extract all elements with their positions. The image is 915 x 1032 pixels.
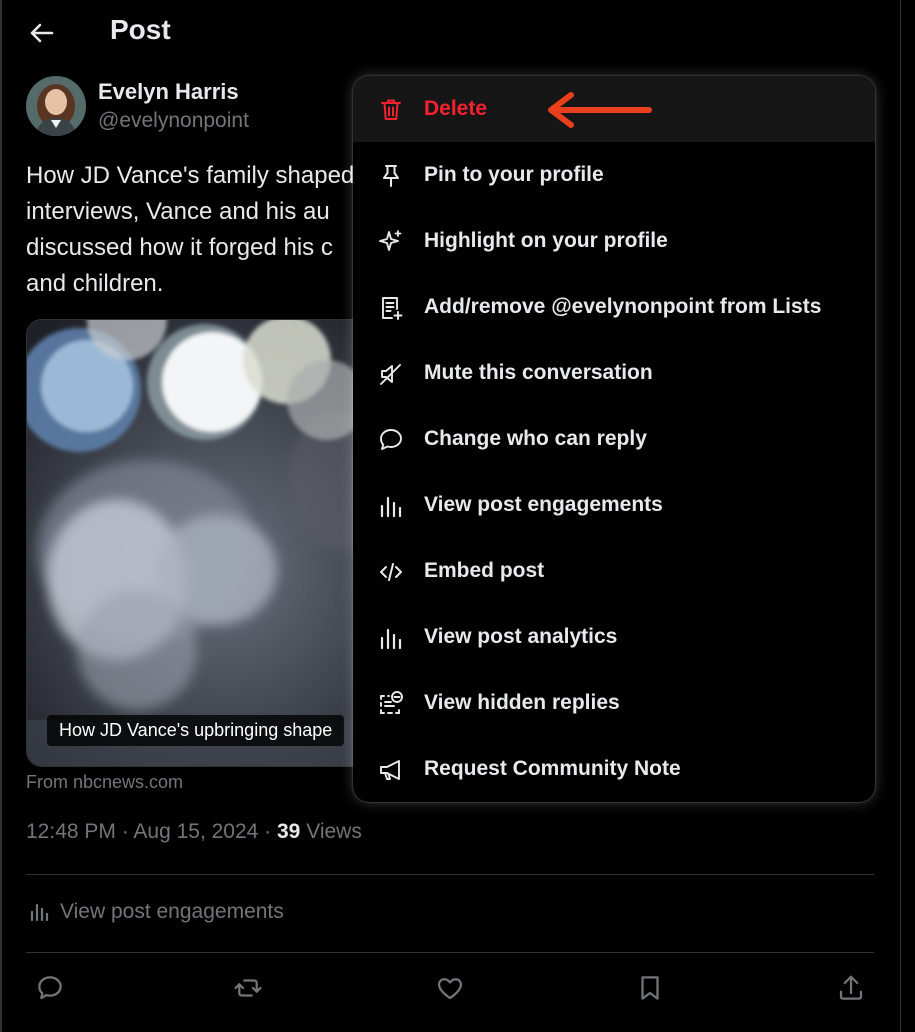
divider [26,952,874,953]
left-border [0,0,2,1032]
views-label: Views [300,820,362,843]
arrow-left-icon [30,23,54,43]
menu-item-view-analytics[interactable]: View post analytics [353,604,875,670]
right-border [900,0,901,1032]
menu-item-lists[interactable]: Add/remove @evelynonpoint from Lists [353,274,875,340]
menu-item-label: Pin to your profile [424,163,604,186]
menu-item-embed[interactable]: Embed post [353,538,875,604]
menu-item-label: Embed post [424,559,545,582]
like-button[interactable] [430,968,470,1008]
bookmark-icon [641,976,659,1000]
avatar-image [26,76,86,136]
post-actions-bar [26,968,874,1010]
views-count: 39 [277,820,301,843]
menu-item-label: Delete [424,97,488,120]
trash-icon [377,96,405,124]
heart-icon [437,978,463,1000]
author-handle[interactable]: @evelynonpoint [98,109,249,133]
menu-item-pin[interactable]: Pin to your profile [353,142,875,208]
share-icon [839,975,863,1000]
list-add-icon [377,294,405,322]
menu-item-label: Mute this conversation [424,361,653,384]
bookmark-button[interactable] [630,968,670,1008]
page-header: Post [0,0,880,66]
post-text: How JD Vance's family shaped interviews,… [26,158,356,302]
bar-chart-icon [377,624,405,652]
menu-item-highlight[interactable]: Highlight on your profile [353,208,875,274]
mute-icon [377,360,405,388]
menu-item-community-note[interactable]: Request Community Note [353,736,875,802]
code-icon [377,558,405,586]
avatar[interactable] [26,76,86,136]
post-time[interactable]: 12:48 PM · Aug 15, 2024 · [26,820,277,843]
view-engagements-link[interactable]: View post engagements [28,900,284,924]
speech-bubble-icon [38,976,62,1000]
divider [26,874,874,875]
annotation-arrow-icon [548,92,652,128]
reply-button[interactable] [30,968,70,1008]
menu-item-view-engagements[interactable]: View post engagements [353,472,875,538]
menu-item-label: View post engagements [424,493,663,516]
author-name[interactable]: Evelyn Harris [98,79,239,105]
view-engagements-label: View post engagements [60,900,284,923]
menu-item-label: Highlight on your profile [424,229,668,252]
post-text-line: How JD Vance's family shaped [26,162,355,189]
bar-chart-icon [377,492,405,520]
repost-button[interactable] [228,968,268,1008]
post-text-line: and children. [26,270,164,297]
menu-item-label: Change who can reply [424,427,647,450]
speech-bubble-icon [377,426,405,454]
menu-item-change-reply[interactable]: Change who can reply [353,406,875,472]
menu-item-label: View hidden replies [424,691,620,714]
menu-item-hidden-replies[interactable]: View hidden replies [353,670,875,736]
share-button[interactable] [831,968,871,1008]
menu-item-label: Add/remove @evelynonpoint from Lists [424,295,822,318]
back-button[interactable] [26,18,56,48]
megaphone-icon [377,756,405,784]
repost-icon [234,979,262,997]
menu-item-mute[interactable]: Mute this conversation [353,340,875,406]
post-options-menu: Delete Pin to your profile Highlight on … [353,76,875,802]
menu-item-label: View post analytics [424,625,618,648]
post-text-line: interviews, Vance and his au [26,198,330,225]
hidden-replies-icon [377,690,405,718]
link-source[interactable]: From nbcnews.com [26,772,183,793]
sparkle-icon [377,228,405,256]
menu-item-label: Request Community Note [424,757,681,780]
link-card-caption: How JD Vance's upbringing shape [47,715,345,746]
page-title: Post [110,14,171,45]
post-timestamp: 12:48 PM · Aug 15, 2024 · 39 Views [26,820,362,844]
bar-chart-icon [30,903,49,922]
pin-icon [377,162,405,190]
post-text-line: discussed how it forged his c [26,234,333,261]
